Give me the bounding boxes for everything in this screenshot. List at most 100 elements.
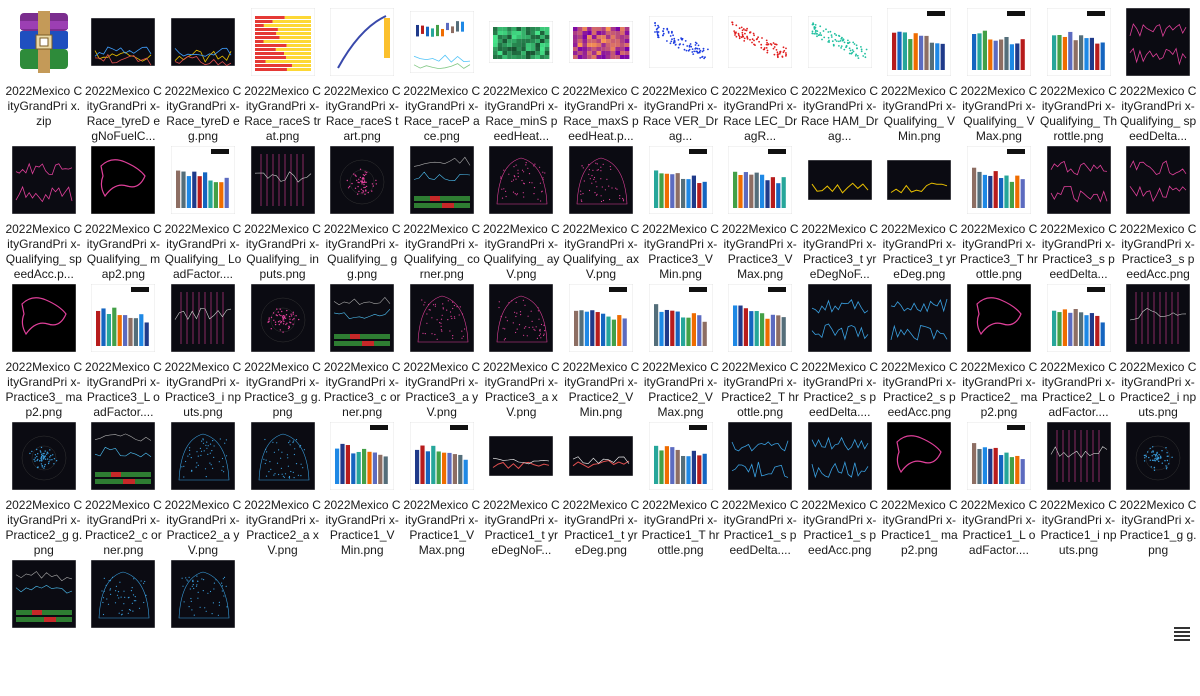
file-name-label: 2022Mexico CityGrandPri x-Practice1_t yr…	[562, 498, 640, 557]
file-item[interactable]: 2022Mexico CityGrandPri x-Race VER_Drag.…	[641, 6, 721, 144]
file-item[interactable]: 2022Mexico CityGrandPri x-Race_raceP ace…	[402, 6, 482, 144]
image-thumbnail-icon	[885, 284, 953, 352]
file-item[interactable]: 2022Mexico CityGrandPri x-Qualifying_ ma…	[84, 144, 164, 282]
file-item[interactable]: 2022Mexico CityGrandPri x-Practice2_c or…	[84, 420, 164, 558]
file-name-label: 2022Mexico CityGrandPri x-Practice1_V Ma…	[403, 498, 481, 557]
file-item[interactable]: 2022Mexico CityGrandPri x-Practice2_a yV…	[163, 420, 243, 558]
image-thumbnail-icon	[487, 8, 555, 76]
file-name-label: 2022Mexico CityGrandPri x-Practice1_L oa…	[960, 498, 1038, 557]
file-name-label: 2022Mexico CityGrandPri x-Practice3_V Mi…	[642, 222, 719, 281]
file-item[interactable]: 2022Mexico CityGrandPri x-Practice1_t yr…	[561, 420, 641, 558]
file-item[interactable]: 2022Mexico CityGrandPri x-Race_raceS tar…	[322, 6, 402, 144]
file-name-label: 2022Mexico CityGrandPri x-Qualifying_ ax…	[562, 222, 640, 281]
file-item[interactable]: 2022Mexico CityGrandPri x-Practice1_i np…	[1039, 420, 1119, 558]
file-item[interactable]: 2022Mexico CityGrandPri x-Practice2_V Mi…	[561, 282, 641, 420]
file-item[interactable]: 2022Mexico CityGrandPri x-Qualifying_ VM…	[880, 6, 960, 144]
file-name-label: 2022Mexico CityGrandPri x-Race_maxS peed…	[562, 84, 640, 143]
file-item[interactable]	[163, 558, 243, 696]
file-item[interactable]: 2022Mexico CityGrandPri x-Practice1_ map…	[880, 420, 960, 558]
image-thumbnail-icon	[169, 146, 237, 214]
file-item[interactable]: 2022Mexico CityGrandPri x.zip	[4, 6, 84, 144]
file-item[interactable]: 2022Mexico CityGrandPri x-Practice2_s pe…	[800, 282, 880, 420]
file-name-label: 2022Mexico CityGrandPri x-Qualifying_ ay…	[483, 222, 560, 281]
file-item[interactable]: 2022Mexico CityGrandPri x-Qualifying_ Th…	[1039, 6, 1119, 144]
file-item[interactable]: 2022Mexico CityGrandPri x-Race_tyreD egN…	[84, 6, 164, 144]
file-item[interactable]: 2022Mexico CityGrandPri x-Practice3_c or…	[322, 282, 402, 420]
file-name-label: 2022Mexico CityGrandPri x-Practice1_T hr…	[641, 498, 720, 557]
file-item[interactable]: 2022Mexico CityGrandPri x-Practice1_L oa…	[959, 420, 1039, 558]
file-item[interactable]: 2022Mexico CityGrandPri x-Qualifying_ ax…	[561, 144, 641, 282]
file-name-label: 2022Mexico CityGrandPri x-Practice1_s pe…	[721, 498, 799, 557]
file-item[interactable]: 2022Mexico CityGrandPri x-Practice1_g g.…	[1118, 420, 1198, 558]
file-item[interactable]: 2022Mexico CityGrandPri x-Practice1_s pe…	[720, 420, 800, 558]
file-item[interactable]: 2022Mexico CityGrandPri x-Qualifying_ in…	[243, 144, 323, 282]
file-item[interactable]: 2022Mexico CityGrandPri x-Qualifying_ sp…	[1118, 6, 1198, 144]
image-thumbnail-icon	[647, 8, 715, 76]
file-item[interactable]: 2022Mexico CityGrandPri x-Practice3_s pe…	[1118, 144, 1198, 282]
file-item[interactable]	[84, 558, 164, 696]
file-item[interactable]: 2022Mexico CityGrandPri x-Practice3_g g.…	[243, 282, 323, 420]
file-item[interactable]: 2022Mexico CityGrandPri x-Practice2_a xV…	[243, 420, 323, 558]
file-item[interactable]: 2022Mexico CityGrandPri x-Qualifying_ Lo…	[163, 144, 243, 282]
file-item[interactable]: 2022Mexico CityGrandPri x-Race_tyreD eg.…	[163, 6, 243, 144]
file-name-label: 2022Mexico CityGrandPri x-Practice2_ map…	[960, 360, 1038, 419]
file-name-label: 2022Mexico CityGrandPri x-Practice2_V Mi…	[562, 360, 640, 419]
file-item[interactable]: 2022Mexico CityGrandPri x-Practice3_t yr…	[880, 144, 960, 282]
file-grid: 2022Mexico CityGrandPri x.zip 2022Mexico …	[4, 6, 1196, 696]
file-name-label: 2022Mexico CityGrandPri x-Practice1_s pe…	[801, 498, 879, 557]
file-name-label: 2022Mexico CityGrandPri x-Qualifying_ Lo…	[164, 222, 242, 281]
file-item[interactable]: 2022Mexico CityGrandPri x-Qualifying_ VM…	[959, 6, 1039, 144]
file-item[interactable]: 2022Mexico CityGrandPri x-Qualifying_ sp…	[4, 144, 84, 282]
file-item[interactable]: 2022Mexico CityGrandPri x-Practice2_ map…	[959, 282, 1039, 420]
file-item[interactable]: 2022Mexico CityGrandPri x-Practice3_ map…	[4, 282, 84, 420]
file-name-label: 2022Mexico CityGrandPri x-Practice2_i np…	[1119, 360, 1197, 419]
file-item[interactable]	[4, 558, 84, 696]
file-item[interactable]: 2022Mexico CityGrandPri x-Race_maxS peed…	[561, 6, 641, 144]
file-item[interactable]: 2022Mexico CityGrandPri x-Practice1_V Ma…	[402, 420, 482, 558]
file-name-label: 2022Mexico CityGrandPri x-Qualifying_ VM…	[960, 84, 1038, 143]
file-item[interactable]: 2022Mexico CityGrandPri x-Practice3_s pe…	[1039, 144, 1119, 282]
file-item[interactable]: 2022Mexico CityGrandPri x-Practice3_L oa…	[84, 282, 164, 420]
file-item[interactable]: 2022Mexico CityGrandPri x-Race LEC_DragR…	[720, 6, 800, 144]
file-item[interactable]: 2022Mexico CityGrandPri x-Practice3_T hr…	[959, 144, 1039, 282]
file-item[interactable]: 2022Mexico CityGrandPri x-Practice1_s pe…	[800, 420, 880, 558]
file-name-label: 2022Mexico CityGrandPri x-Practice3_s pe…	[1119, 222, 1197, 281]
image-thumbnail-icon	[1124, 146, 1192, 214]
file-item[interactable]: 2022Mexico CityGrandPri x-Practice3_t yr…	[800, 144, 880, 282]
image-thumbnail-icon	[647, 284, 715, 352]
image-thumbnail-icon	[1124, 284, 1192, 352]
image-thumbnail-icon	[1045, 422, 1113, 490]
file-item[interactable]: 2022Mexico CityGrandPri x-Practice1_t yr…	[482, 420, 562, 558]
file-item[interactable]: 2022Mexico CityGrandPri x-Practice3_a xV…	[482, 282, 562, 420]
file-item[interactable]: 2022Mexico CityGrandPri x-Practice2_L oa…	[1039, 282, 1119, 420]
file-item[interactable]: 2022Mexico CityGrandPri x-Race_raceS tra…	[243, 6, 323, 144]
image-thumbnail-icon	[89, 284, 157, 352]
file-item[interactable]: 2022Mexico CityGrandPri x-Practice3_i np…	[163, 282, 243, 420]
file-name-label: 2022Mexico CityGrandPri x-Practice3_s pe…	[1040, 222, 1117, 281]
image-thumbnail-icon	[10, 422, 78, 490]
file-item[interactable]: 2022Mexico CityGrandPri x-Qualifying_ co…	[402, 144, 482, 282]
file-item[interactable]: 2022Mexico CityGrandPri x-Practice1_T hr…	[641, 420, 721, 558]
file-name-label: 2022Mexico CityGrandPri x-Race_tyreD egN…	[85, 84, 162, 143]
file-item[interactable]: 2022Mexico CityGrandPri x-Race_minS peed…	[482, 6, 562, 144]
file-item[interactable]: 2022Mexico CityGrandPri x-Practice2_g g.…	[4, 420, 84, 558]
image-thumbnail-icon	[487, 284, 555, 352]
image-thumbnail-icon	[965, 284, 1033, 352]
file-item[interactable]: 2022Mexico CityGrandPri x-Qualifying_ ay…	[482, 144, 562, 282]
image-thumbnail-icon	[647, 422, 715, 490]
file-item[interactable]: 2022Mexico CityGrandPri x-Qualifying_ gg…	[322, 144, 402, 282]
file-item[interactable]: 2022Mexico CityGrandPri x-Practice3_a yV…	[402, 282, 482, 420]
file-name-label: 2022Mexico CityGrandPri x-Practice1_V Mi…	[323, 498, 401, 557]
file-item[interactable]: 2022Mexico CityGrandPri x-Practice1_V Mi…	[322, 420, 402, 558]
file-item[interactable]: 2022Mexico CityGrandPri x-Practice2_V Ma…	[641, 282, 721, 420]
image-thumbnail-icon	[249, 146, 317, 214]
image-thumbnail-icon	[1045, 146, 1113, 214]
file-item[interactable]: 2022Mexico CityGrandPri x-Practice3_V Mi…	[641, 144, 721, 282]
file-item[interactable]: 2022Mexico CityGrandPri x-Race HAM_Drag.…	[800, 6, 880, 144]
file-item[interactable]: 2022Mexico CityGrandPri x-Practice2_T hr…	[720, 282, 800, 420]
file-item[interactable]: 2022Mexico CityGrandPri x-Practice3_V Ma…	[720, 144, 800, 282]
file-item[interactable]: 2022Mexico CityGrandPri x-Practice2_i np…	[1118, 282, 1198, 420]
file-item[interactable]: 2022Mexico CityGrandPri x-Practice2_s pe…	[880, 282, 960, 420]
file-name-label: 2022Mexico CityGrandPri x-Practice1_t yr…	[483, 498, 560, 557]
details-view-icon[interactable]	[1174, 627, 1190, 641]
